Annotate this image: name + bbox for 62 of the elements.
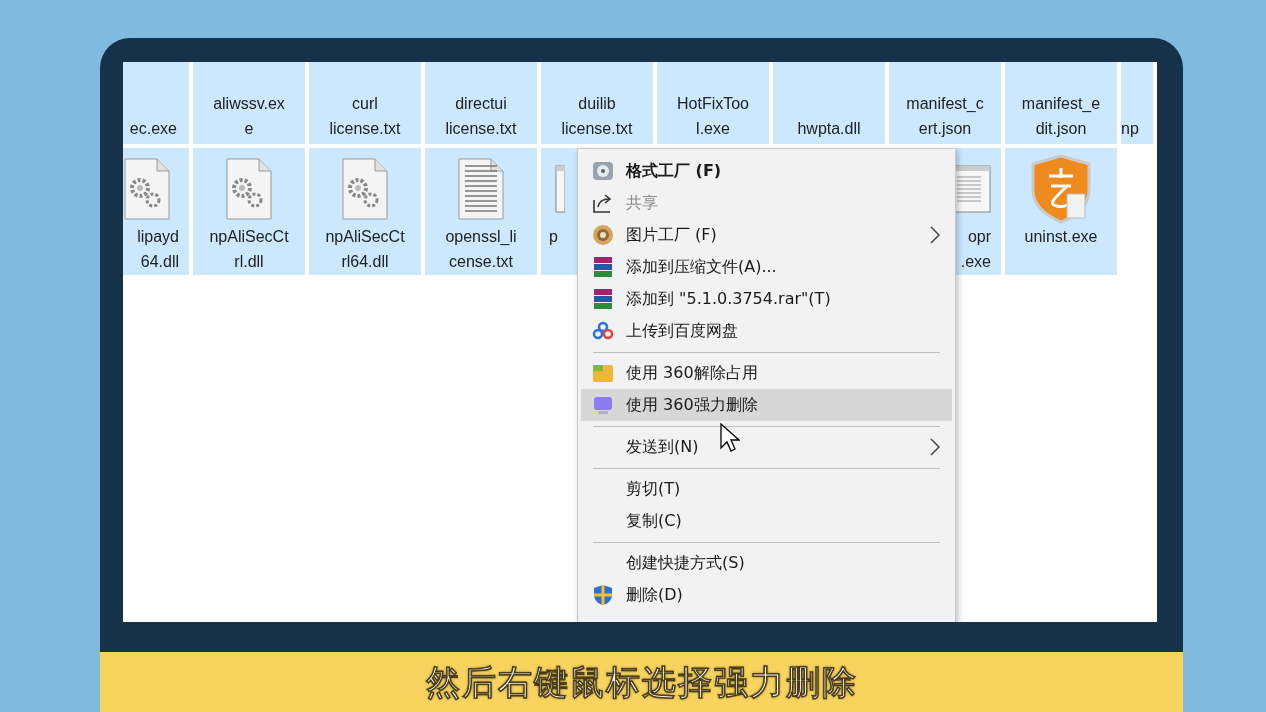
file-name: aliwssv.ex e xyxy=(213,94,285,139)
menu-item[interactable]: 创建快捷方式(S) xyxy=(581,547,952,579)
file-tile[interactable]: openssl_li cense.txt xyxy=(425,148,537,275)
file-name: p xyxy=(548,227,558,247)
file-name: npAliSecCt rl.dll xyxy=(209,227,289,272)
books-icon xyxy=(592,256,614,278)
menu-item[interactable]: 图片工厂 (F) xyxy=(581,219,952,251)
menu-item[interactable]: 上传到百度网盘 xyxy=(581,315,952,347)
menu-item[interactable]: 剪切(T) xyxy=(581,473,952,505)
subtitle-text: 然后右键鼠标选择强力删除 xyxy=(425,660,858,704)
file-tile[interactable]: directui license.txt xyxy=(425,62,537,144)
file-tile[interactable]: HotFixToo l.exe xyxy=(657,62,769,144)
file-tile[interactable]: ec.exe xyxy=(123,62,189,144)
cloud-icon xyxy=(592,320,614,342)
file-tile[interactable]: aliwssv.ex e xyxy=(193,62,305,144)
gear-file-icon xyxy=(225,158,273,220)
shield-icon xyxy=(592,584,614,606)
file-name: duilib license.txt xyxy=(561,94,633,139)
menu-item[interactable]: 添加到 "5.1.0.3754.rar"(T) xyxy=(581,283,952,315)
chevron-right-icon xyxy=(930,438,940,456)
cursor-icon xyxy=(720,423,740,453)
file-tile[interactable]: curl license.txt xyxy=(309,62,421,144)
menu-item[interactable]: 删除(D) xyxy=(581,579,952,611)
file-name: openssl_li cense.txt xyxy=(445,227,517,272)
file-tile[interactable]: lipayd 64.dll xyxy=(123,148,189,275)
menu-item[interactable]: 使用 360强力删除 xyxy=(581,389,952,421)
folder-icon xyxy=(592,362,614,384)
menu-item[interactable]: 使用 360解除占用 xyxy=(581,357,952,389)
text-file-icon xyxy=(457,158,505,220)
gear-file-icon xyxy=(341,158,389,220)
menu-item[interactable]: 格式工厂 (F) xyxy=(581,155,952,187)
file-tile[interactable]: npAliSecCt rl.dll xyxy=(193,148,305,275)
file-tile[interactable]: npAliSecCt rl64.dll xyxy=(309,148,421,275)
file-name: hwpta.dll xyxy=(797,119,861,139)
file-tile[interactable]: manifest_e dit.json xyxy=(1005,62,1117,144)
file-name: uninst.exe xyxy=(1024,227,1098,247)
shield-icon xyxy=(1029,154,1093,224)
file-name: directui license.txt xyxy=(445,94,517,139)
menu-item[interactable]: 添加到压缩文件(A)... xyxy=(581,251,952,283)
file-name: np xyxy=(1121,119,1139,139)
file-name: curl license.txt xyxy=(329,94,401,139)
file-name: ec.exe xyxy=(129,119,178,139)
books-icon xyxy=(592,288,614,310)
file-tile[interactable]: duilib license.txt xyxy=(541,62,653,144)
file-tile[interactable]: manifest_c ert.json xyxy=(889,62,1001,144)
window-icon xyxy=(555,165,565,213)
file-name: opr .exe xyxy=(960,227,992,272)
file-tile[interactable]: np xyxy=(1121,62,1153,144)
share-icon xyxy=(592,192,614,214)
menu-item[interactable]: 复制(C) xyxy=(581,505,952,537)
file-name: manifest_e dit.json xyxy=(1021,94,1101,139)
chevron-right-icon xyxy=(930,226,940,244)
file-name: lipayd 64.dll xyxy=(137,227,180,272)
flower-icon xyxy=(592,224,614,246)
file-name: npAliSecCt rl64.dll xyxy=(325,227,405,272)
file-tile[interactable]: hwpta.dll xyxy=(773,62,885,144)
monitor-icon xyxy=(592,394,614,416)
gear-file-icon xyxy=(123,158,171,220)
file-tile[interactable]: uninst.exe xyxy=(1005,148,1117,275)
menu-item[interactable]: 发送到(N) xyxy=(581,431,952,463)
file-name: HotFixToo l.exe xyxy=(677,94,749,139)
file-name: manifest_c ert.json xyxy=(906,94,984,139)
